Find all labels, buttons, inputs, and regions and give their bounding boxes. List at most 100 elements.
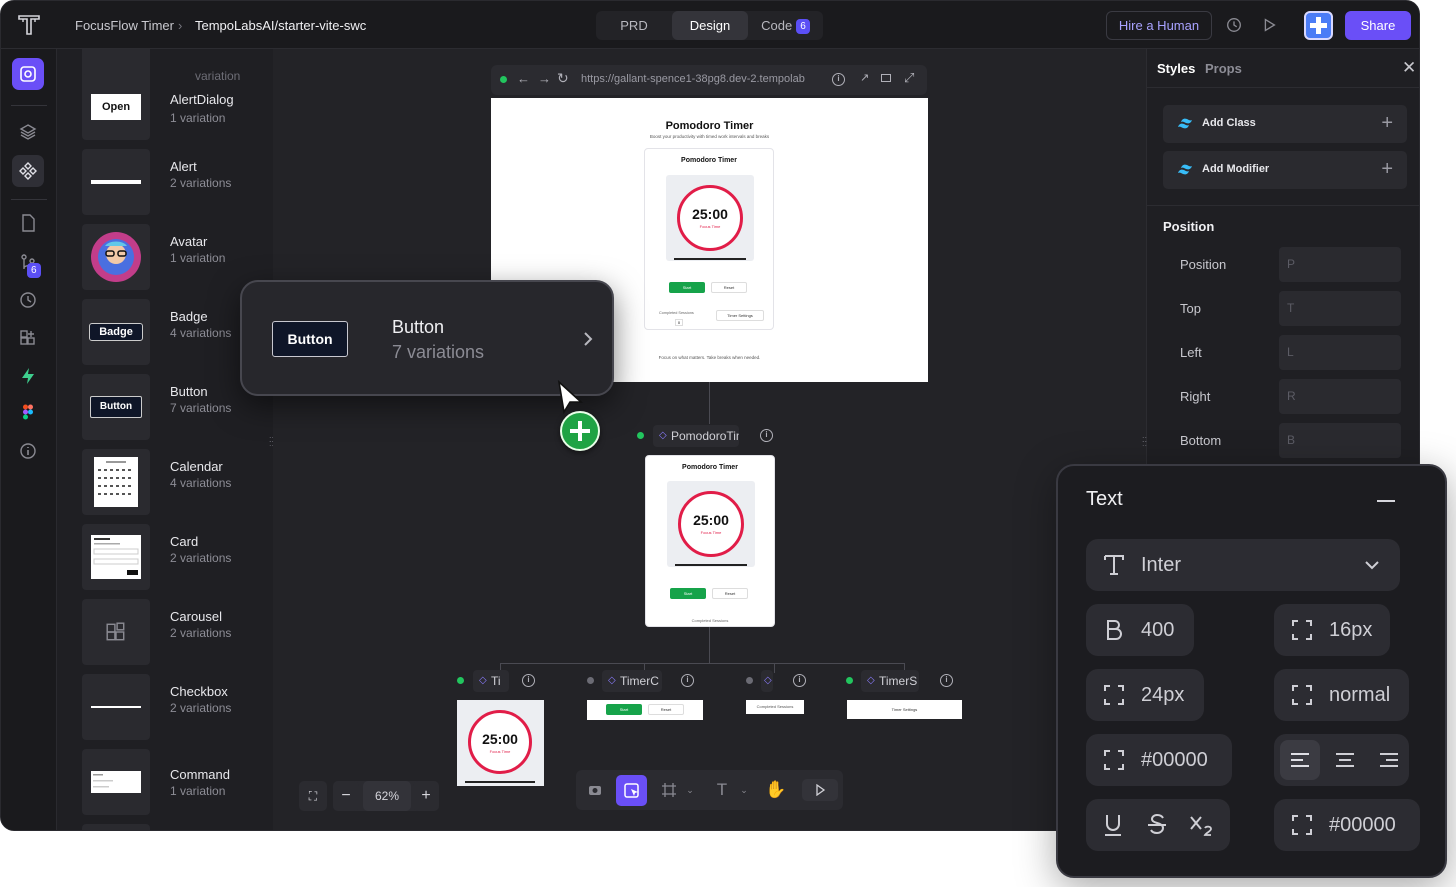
start-button[interactable]: Start — [606, 704, 642, 715]
component-item-command[interactable]: Command 1 variation — [82, 749, 273, 815]
rail-branches-button[interactable]: 6 — [15, 250, 41, 278]
preview-play-button[interactable] — [802, 779, 838, 801]
tab-design[interactable]: Design — [672, 11, 748, 40]
component-item[interactable] — [82, 824, 273, 830]
component-item-card[interactable]: Card 2 variations — [82, 524, 273, 590]
info-icon[interactable]: i — [793, 674, 806, 687]
info-icon[interactable]: i — [681, 674, 694, 687]
tab-styles[interactable]: Styles — [1157, 61, 1195, 76]
node-preview-timer-display[interactable]: 25:00 Focus Time — [457, 700, 544, 786]
rail-assets-button[interactable] — [15, 325, 41, 351]
reset-button[interactable]: Reset — [648, 704, 684, 715]
tab-prd[interactable]: PRD — [596, 11, 672, 40]
component-item-alert[interactable]: Alert 2 variations — [82, 149, 273, 215]
external-link-icon[interactable]: ↗ — [860, 71, 869, 84]
node-label-timer[interactable]: ◇ Ti — [473, 670, 509, 692]
fullscreen-icon[interactable]: ⤢ — [904, 70, 914, 86]
share-button[interactable]: Share — [1345, 11, 1411, 40]
info-icon[interactable]: i — [940, 674, 953, 687]
hire-human-button[interactable]: Hire a Human — [1106, 11, 1212, 40]
add-class-button[interactable]: Add Class + — [1163, 105, 1407, 143]
underline-icon[interactable] — [1102, 813, 1124, 837]
rail-figma-button[interactable] — [15, 400, 41, 426]
right-input[interactable]: R — [1279, 379, 1401, 414]
page-subtitle: Boost your productivity with timed work … — [649, 134, 770, 139]
node-preview-controls[interactable]: Start Reset — [587, 700, 703, 720]
component-item-alertdialog[interactable]: Open AlertDialog 1 variation — [82, 74, 273, 140]
node-label-sessions[interactable]: ◇ — [761, 670, 773, 692]
screenshot-tool[interactable] — [584, 779, 606, 801]
reset-button[interactable]: Reset — [711, 282, 747, 293]
tempo-logo-icon[interactable] — [17, 13, 41, 37]
component-item-calendar[interactable]: Calendar 4 variations — [82, 449, 273, 515]
history-icon[interactable] — [1225, 16, 1243, 34]
select-tool[interactable] — [616, 775, 647, 806]
letter-spacing-field[interactable]: normal — [1274, 669, 1409, 721]
font-family-select[interactable]: Inter — [1086, 539, 1400, 591]
component-drag-preview[interactable]: Button Button 7 variations — [240, 280, 614, 396]
add-modifier-button[interactable]: Add Modifier + — [1163, 151, 1407, 189]
component-item-avatar[interactable]: Avatar 1 variation — [82, 224, 273, 290]
decoration-color-field[interactable]: #00000 — [1274, 799, 1420, 851]
zoom-out-button[interactable]: − — [333, 781, 359, 811]
position-input[interactable]: P — [1279, 247, 1401, 282]
info-icon[interactable]: i — [760, 429, 773, 442]
close-icon[interactable]: ✕ — [1402, 58, 1416, 78]
start-button[interactable]: Start — [670, 588, 706, 599]
rail-supabase-button[interactable] — [15, 363, 41, 389]
font-size-field[interactable]: 16px — [1274, 604, 1390, 656]
node-label-timer-settings[interactable]: ◇ TimerS — [861, 670, 919, 692]
timer-settings-button[interactable]: Timer Settings — [716, 310, 764, 321]
preview-url[interactable]: https://gallant-spence1-38pg8.dev-2.temp… — [581, 73, 811, 85]
top-input[interactable]: T — [1279, 291, 1401, 326]
info-icon[interactable]: i — [522, 674, 535, 687]
back-arrow-icon[interactable]: ← — [517, 71, 530, 86]
text-tool[interactable]: T — [711, 779, 733, 801]
right-resize-handle[interactable]: :::: — [1142, 435, 1150, 449]
node-label-pomodoro[interactable]: ◇ PomodoroTim — [653, 425, 739, 447]
rail-pages-button[interactable] — [15, 210, 41, 236]
node-label-timer-controls[interactable]: ◇ TimerC — [602, 670, 662, 692]
rail-components-button[interactable] — [12, 155, 44, 187]
breadcrumb-repo[interactable]: TempoLabsAI/starter-vite-swc — [195, 18, 366, 33]
component-item-carousel[interactable]: Carousel 2 variations — [82, 599, 273, 665]
laptop-icon[interactable] — [881, 74, 891, 82]
tab-code[interactable]: Code 6 — [748, 11, 823, 40]
subscript-icon[interactable] — [1189, 813, 1215, 837]
line-height-field[interactable]: 24px — [1086, 669, 1204, 721]
tab-props[interactable]: Props — [1205, 61, 1242, 76]
frame-tool[interactable] — [658, 779, 680, 801]
rail-info-button[interactable] — [15, 438, 41, 464]
play-icon[interactable] — [1260, 16, 1278, 34]
left-input[interactable]: L — [1279, 335, 1401, 370]
align-right-button[interactable] — [1369, 740, 1409, 780]
reset-button[interactable]: Reset — [712, 588, 748, 599]
minimize-icon[interactable] — [1377, 500, 1395, 502]
rail-camera-button[interactable] — [12, 58, 44, 90]
strikethrough-icon[interactable] — [1146, 813, 1168, 837]
start-button[interactable]: Start — [669, 282, 705, 293]
zoom-in-button[interactable]: + — [413, 781, 439, 811]
node-preview-sessions[interactable]: Completed Sessions — [746, 700, 804, 714]
node-preview-timer[interactable]: Pomodoro Timer 25:00 Focus Time Start Re… — [645, 455, 775, 627]
rail-layers-button[interactable] — [15, 119, 41, 145]
refresh-icon[interactable]: ↻ — [557, 70, 569, 87]
zoom-level[interactable]: 62% — [363, 781, 411, 811]
breadcrumb-project[interactable]: FocusFlow Timer — [75, 18, 174, 33]
chevron-down-icon[interactable]: ⌄ — [684, 779, 696, 801]
node-preview-settings[interactable]: Timer Settings — [847, 700, 962, 719]
align-center-button[interactable] — [1325, 740, 1365, 780]
info-icon[interactable]: i — [832, 73, 845, 86]
user-avatar[interactable] — [1304, 11, 1333, 40]
align-left-button[interactable] — [1280, 740, 1320, 780]
rail-history-button[interactable] — [15, 287, 41, 313]
text-color-field[interactable]: #00000 — [1086, 734, 1232, 786]
forward-arrow-icon[interactable]: → — [538, 71, 551, 86]
hand-tool[interactable]: ✋ — [765, 779, 787, 801]
component-item-checkbox[interactable]: Checkbox 2 variations — [82, 674, 273, 740]
bottom-input[interactable]: B — [1279, 423, 1401, 458]
chevron-down-icon[interactable]: ⌄ — [738, 779, 750, 801]
font-weight-field[interactable]: 400 — [1086, 604, 1194, 656]
chevron-right-icon[interactable] — [582, 330, 594, 348]
fit-screen-button[interactable]: ⛶ — [299, 781, 327, 811]
